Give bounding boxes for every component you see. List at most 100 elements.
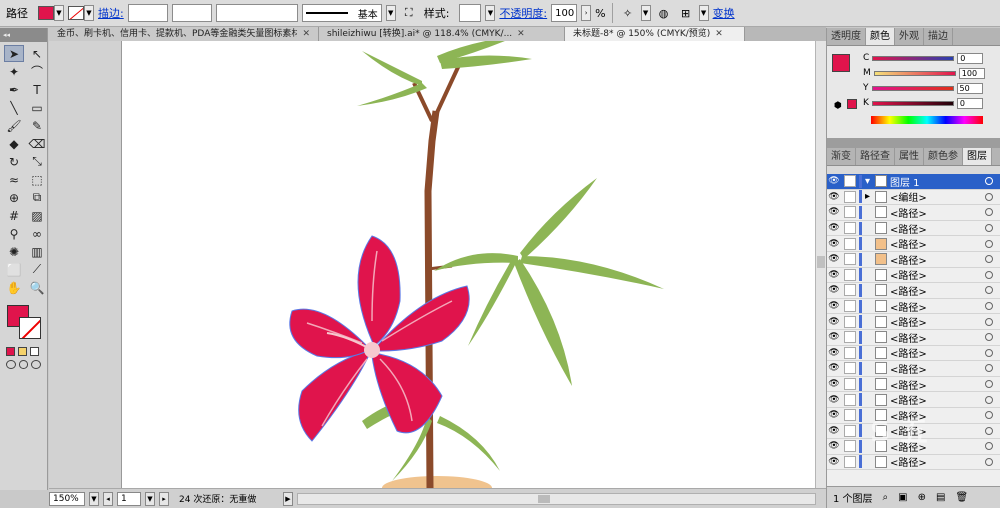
- transform-link[interactable]: 变换: [713, 5, 735, 21]
- group-name[interactable]: <编组>: [890, 189, 985, 204]
- locate-object-icon[interactable]: ⌕: [883, 492, 889, 503]
- path-name[interactable]: <路径>: [890, 267, 985, 282]
- draw-inside-icon[interactable]: [31, 360, 42, 369]
- lock-toggle[interactable]: [844, 393, 856, 406]
- lock-toggle[interactable]: [844, 206, 856, 219]
- mesh-icon[interactable]: #: [4, 207, 24, 224]
- target-icon[interactable]: [985, 333, 993, 342]
- path-name[interactable]: <路径>: [890, 283, 985, 298]
- pen-icon[interactable]: ✒: [4, 81, 24, 98]
- target-icon[interactable]: [985, 224, 993, 233]
- lock-toggle[interactable]: [844, 300, 856, 313]
- tab-transparency[interactable]: 透明度: [827, 28, 866, 45]
- variable-width-field[interactable]: [171, 4, 212, 22]
- target-icon[interactable]: [985, 317, 993, 326]
- eye-icon[interactable]: 👁: [827, 301, 841, 311]
- lock-toggle[interactable]: [844, 362, 856, 375]
- tab-attributes[interactable]: 属性: [895, 148, 924, 165]
- new-layer-icon[interactable]: ▤: [936, 492, 945, 503]
- perspective-icon[interactable]: ⧉: [27, 189, 47, 206]
- vertical-scrollbar[interactable]: [815, 41, 826, 488]
- eye-icon[interactable]: 👁: [827, 441, 841, 451]
- pencil-icon[interactable]: ✎: [27, 117, 47, 134]
- tab-appearance[interactable]: 外观: [895, 28, 924, 45]
- target-icon[interactable]: [985, 395, 993, 404]
- magenta-value[interactable]: 100: [958, 67, 985, 79]
- layer-name[interactable]: 图层 1: [890, 174, 985, 189]
- target-icon[interactable]: [985, 208, 993, 217]
- draw-behind-icon[interactable]: [18, 360, 29, 369]
- blob-brush-icon[interactable]: ◆: [4, 135, 24, 152]
- path-name[interactable]: <路径>: [890, 252, 985, 267]
- lock-toggle[interactable]: [844, 409, 856, 422]
- lock-toggle[interactable]: [844, 346, 856, 359]
- status-menu-icon[interactable]: ▶: [283, 491, 293, 506]
- scale-icon[interactable]: ⤡: [27, 153, 47, 170]
- gradient-icon[interactable]: ▨: [27, 207, 47, 224]
- scroll-thumb[interactable]: [538, 494, 550, 503]
- opacity-field[interactable]: 100: [551, 4, 578, 22]
- align-icon[interactable]: ⊞: [677, 4, 695, 22]
- stroke-link[interactable]: 描边:: [98, 5, 124, 21]
- doc-tab-active[interactable]: 未标题-8* @ 150% (CMYK/预览) ✕: [565, 27, 745, 41]
- lock-toggle[interactable]: [844, 315, 856, 328]
- scroll-thumb[interactable]: [817, 256, 825, 268]
- layer-row[interactable]: 👁 <路径>: [827, 377, 1000, 393]
- zoom-icon[interactable]: 🔍: [27, 279, 47, 296]
- lock-toggle[interactable]: [844, 455, 856, 468]
- black-slider[interactable]: [871, 100, 954, 106]
- path-name[interactable]: <路径>: [890, 221, 985, 236]
- eye-icon[interactable]: 👁: [827, 176, 841, 186]
- eye-icon[interactable]: 👁: [827, 254, 841, 264]
- close-icon[interactable]: ✕: [715, 27, 723, 41]
- eraser-icon[interactable]: ⌫: [27, 135, 47, 152]
- color-spectrum[interactable]: [871, 116, 983, 124]
- opacity-link[interactable]: 不透明度:: [499, 5, 547, 21]
- page-field[interactable]: 1: [117, 491, 141, 506]
- path-name[interactable]: <路径>: [890, 330, 985, 345]
- black-value[interactable]: 0: [956, 97, 983, 109]
- chevron-down-icon[interactable]: ▼: [145, 491, 155, 506]
- eye-icon[interactable]: 👁: [827, 457, 841, 467]
- brush-field[interactable]: [215, 4, 298, 22]
- lasso-icon[interactable]: ⌒: [27, 63, 47, 80]
- layer-row[interactable]: 👁 <路径>: [827, 283, 1000, 299]
- lock-toggle[interactable]: [844, 378, 856, 391]
- expand-icon[interactable]: ▸: [865, 191, 875, 202]
- stroke-weight-field[interactable]: [127, 4, 168, 22]
- stroke-color-dropdown[interactable]: ▼: [68, 4, 94, 22]
- rectangle-icon[interactable]: ▭: [27, 99, 47, 116]
- hand-icon[interactable]: ✋: [4, 279, 24, 296]
- artboard-icon[interactable]: ⬜: [4, 261, 24, 278]
- doc-tab[interactable]: 金币、刷卡机、信用卡、提款机、PDA等金融类矢量图标素材 [转换].AI* @.…: [49, 27, 319, 41]
- layer-row[interactable]: 👁 <路径>: [827, 299, 1000, 315]
- eye-icon[interactable]: 👁: [827, 363, 841, 373]
- gradient-mode-button[interactable]: [18, 347, 27, 356]
- tab-stroke[interactable]: 描边: [924, 28, 953, 45]
- slice-icon[interactable]: ⟋: [27, 261, 47, 278]
- color-mode-button[interactable]: [6, 347, 15, 356]
- canvas-area[interactable]: [49, 41, 826, 488]
- chevron-down-icon[interactable]: ▼: [89, 491, 99, 506]
- path-name[interactable]: <路径>: [890, 361, 985, 376]
- lock-toggle[interactable]: [844, 268, 856, 281]
- tab-layers[interactable]: 图层: [963, 148, 992, 165]
- warp-icon[interactable]: ≈: [4, 171, 24, 188]
- target-icon[interactable]: [985, 239, 993, 248]
- delete-icon[interactable]: 🗑: [955, 492, 968, 503]
- color-fill-swatch[interactable]: [832, 54, 850, 72]
- lock-toggle[interactable]: [844, 253, 856, 266]
- target-icon[interactable]: [985, 177, 993, 186]
- path-name[interactable]: <路径>: [890, 392, 985, 407]
- path-name[interactable]: <路径>: [890, 299, 985, 314]
- eye-icon[interactable]: 👁: [827, 426, 841, 436]
- lock-toggle[interactable]: [844, 190, 856, 203]
- eye-icon[interactable]: 👁: [827, 332, 841, 342]
- chevron-down-icon[interactable]: ▼: [698, 5, 709, 21]
- chevron-down-icon[interactable]: ▼: [485, 5, 496, 21]
- type-icon[interactable]: T: [27, 81, 47, 98]
- target-icon[interactable]: [985, 192, 993, 201]
- yellow-slider[interactable]: [871, 85, 954, 91]
- cyan-value[interactable]: 0: [957, 52, 984, 64]
- layer-row[interactable]: 👁 <路径>: [827, 236, 1000, 252]
